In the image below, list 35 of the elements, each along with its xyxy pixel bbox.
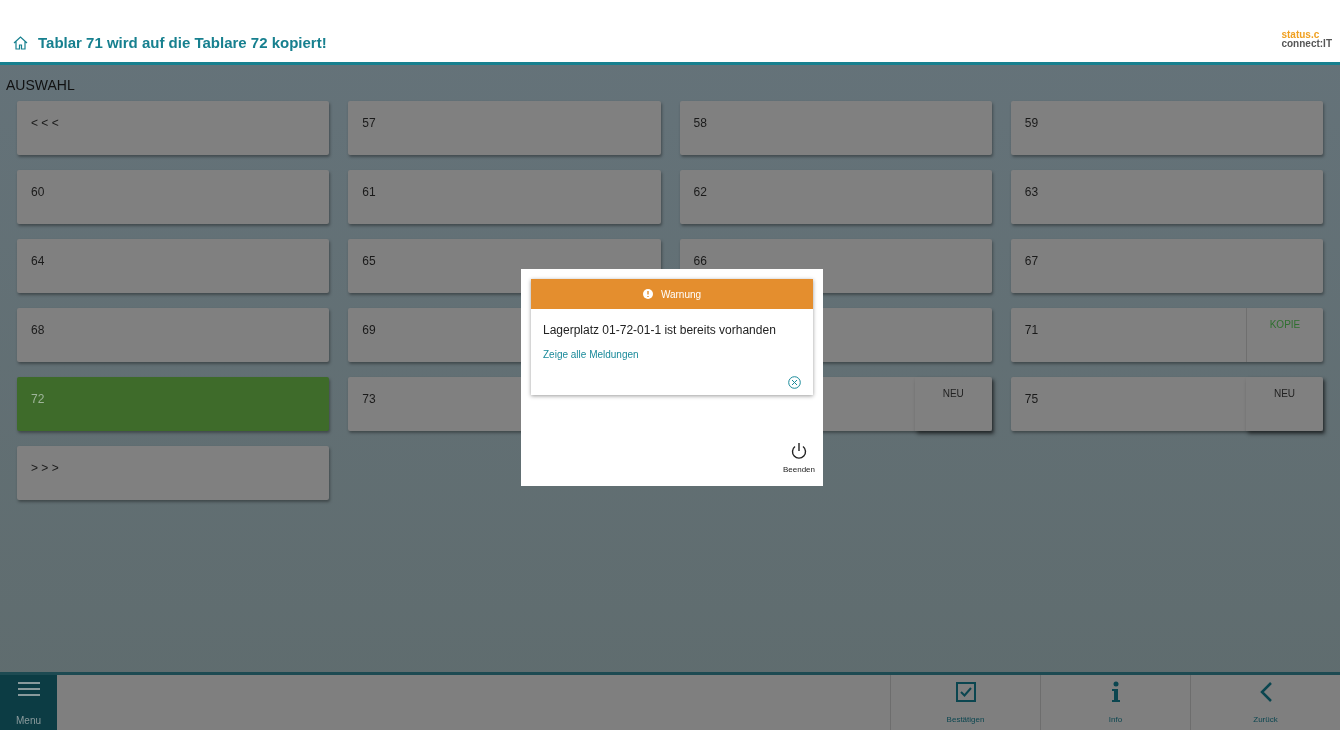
page-title: Tablar 71 wird auf die Tablare 72 kopiert! (38, 35, 327, 50)
toolbar-button[interactable]: Zurück (1190, 675, 1340, 730)
section-title: AUSWAHL (6, 76, 76, 95)
quit-button[interactable]: Beenden (782, 442, 815, 476)
menu-icon (17, 681, 40, 697)
tile-button[interactable]: 75 NEU (1010, 377, 1323, 431)
tile-button[interactable]: 64 (17, 239, 330, 293)
close-icon[interactable] (788, 376, 801, 389)
show-messages-link[interactable]: Zeige alle Meldungen (543, 347, 639, 362)
tile-button[interactable]: 62 (679, 170, 992, 224)
tile-button[interactable]: 63 (1010, 170, 1323, 224)
chevron-left-icon (1258, 681, 1273, 703)
exclamation-icon (642, 289, 653, 299)
tile-button[interactable]: 57 (348, 101, 661, 155)
tile-button[interactable]: 68 (17, 308, 330, 362)
company-logo: status.c connect:IT (1281, 30, 1332, 48)
toolbar-button[interactable]: Bestätigen (890, 675, 1040, 730)
power-icon (790, 442, 808, 460)
tile-button[interactable]: 61 (348, 170, 661, 224)
tile-button[interactable]: > > > (17, 446, 330, 500)
home-icon[interactable] (13, 36, 28, 50)
tile-badge[interactable]: NEU (914, 377, 992, 431)
tile-button[interactable]: 60 (17, 170, 330, 224)
tile-button[interactable]: 59 (1010, 101, 1323, 155)
tile-badge[interactable]: NEU (1246, 377, 1323, 431)
info-icon (1110, 681, 1121, 703)
tile-button[interactable]: < < < (17, 101, 330, 155)
warning-header: Warnung (531, 279, 813, 309)
toolbar-button[interactable]: Info (1040, 675, 1190, 730)
tile-button[interactable]: 67 (1010, 239, 1323, 293)
tile-button[interactable]: 72 (17, 377, 330, 431)
tile-button[interactable]: 58 (679, 101, 992, 155)
tile-button[interactable]: 71 KOPIE (1010, 308, 1323, 362)
checkbox-icon (954, 681, 977, 703)
menu-button[interactable]: Menu (0, 675, 57, 730)
